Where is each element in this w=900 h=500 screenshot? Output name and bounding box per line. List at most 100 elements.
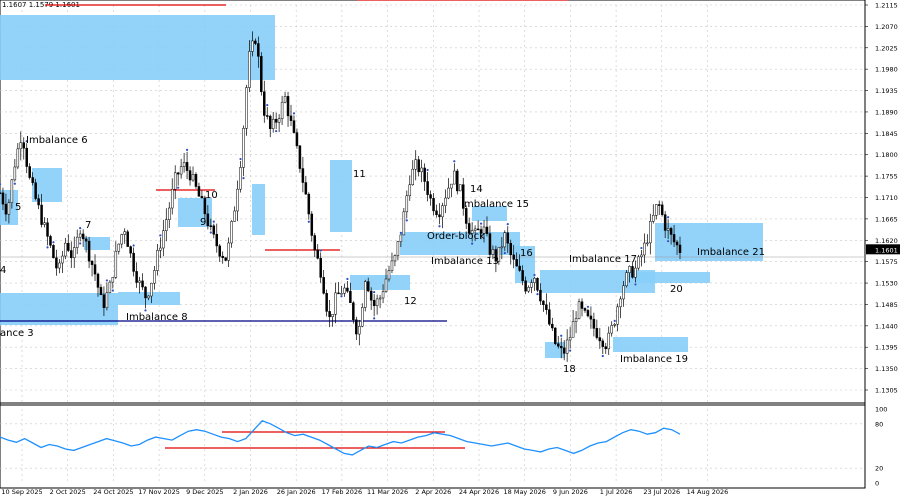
candle-body (503, 232, 507, 248)
date-tick-label: 9 Dec 2025 (186, 488, 223, 496)
candle-body (289, 115, 293, 121)
fractal-dot (0, 182, 2, 186)
candle-body (527, 287, 530, 292)
candle-body (22, 142, 26, 149)
candle-body (55, 257, 58, 269)
candle-body (271, 118, 275, 129)
fractal-dot (13, 182, 16, 185)
imbalance-zone (613, 337, 688, 352)
fractal-dot (503, 251, 506, 255)
candle-body (574, 318, 578, 322)
candle-body (334, 292, 337, 315)
candle-body (643, 242, 646, 256)
date-tick-label: 2 Oct 2025 (50, 488, 86, 496)
candle-body (81, 233, 85, 240)
candle-body (551, 323, 554, 329)
candle-body (304, 182, 308, 195)
date-tick-label: 2 Jan 2026 (233, 488, 268, 496)
candle-body (402, 211, 406, 236)
candle-body (340, 293, 343, 295)
candle-body (358, 325, 361, 335)
candle-body (316, 249, 319, 259)
candle-body (355, 319, 358, 335)
candle-body (197, 186, 201, 197)
candle-body (105, 292, 109, 308)
candle-body (286, 96, 290, 117)
candle-body (420, 167, 423, 173)
fractal-dot (159, 234, 162, 237)
candle-body (649, 221, 652, 244)
date-tick-label: 23 Jul 2026 (643, 488, 680, 496)
candle-body (557, 343, 560, 347)
candle-body (464, 208, 468, 224)
candle-body (215, 233, 219, 247)
candle-body (75, 236, 79, 248)
fractal-dot (399, 231, 402, 235)
date-tick-label: 18 May 2026 (504, 488, 546, 496)
annotation-label: Imbalance 21 (697, 247, 765, 258)
annotation-label: Imbalance 13 (431, 256, 499, 267)
candle-body (672, 234, 676, 243)
fractal-dot (242, 177, 245, 180)
price-tick-label: 1.1800 (875, 151, 898, 159)
fractal-dot (453, 160, 456, 163)
candle-body (176, 172, 180, 175)
price-chart[interactable]: 1.2115 1.2070 1.2025 1.1980 1.1935 1.1890 1.18… (0, 0, 900, 500)
candle-body (111, 277, 115, 283)
candle-body (144, 286, 147, 299)
candle-body (61, 255, 64, 264)
date-tick-label: 1 Jul 2026 (600, 488, 633, 496)
fractal-dot (569, 349, 572, 352)
candle-body (123, 231, 126, 235)
fractal-dot (132, 244, 135, 247)
candle-body (512, 254, 515, 260)
candle-body (393, 255, 397, 262)
annotation-label: 16 (520, 248, 533, 259)
candle-body (310, 213, 314, 236)
candle-body (583, 308, 587, 311)
candle-body (126, 231, 129, 247)
candle-body (194, 174, 198, 187)
candle-body (236, 188, 239, 212)
candle-body (562, 347, 566, 354)
candle-body (328, 311, 331, 318)
candle-body (411, 168, 415, 186)
candle-body (4, 203, 8, 215)
candle-body (652, 215, 655, 222)
candle-body (260, 56, 263, 92)
candle-body (313, 235, 317, 251)
candle-body (542, 300, 545, 305)
candle-body (565, 339, 569, 354)
candle-body (102, 294, 106, 308)
candle-body (545, 304, 548, 310)
candle-body (277, 118, 281, 123)
candle-body (417, 159, 420, 173)
candle-body (7, 202, 11, 215)
candle-body (274, 118, 278, 123)
candle-body (539, 289, 542, 302)
fractal-dot (79, 227, 82, 230)
candle-body (637, 256, 640, 269)
candle-body (372, 299, 376, 307)
candle-body (13, 166, 17, 181)
candle-body (117, 243, 121, 252)
price-tick-label: 1.1710 (875, 194, 898, 202)
osc-tick-label: 20 (875, 465, 883, 473)
fractal-dot (560, 334, 563, 337)
date-tick-label: 24 Apr 2026 (459, 488, 499, 496)
candle-body (506, 232, 510, 244)
fractal-dot (667, 240, 670, 243)
candle-body (248, 51, 251, 88)
fractal-dot (667, 216, 670, 219)
candle-body (227, 242, 230, 261)
annotation-label: Imbalance 19 (620, 354, 688, 365)
candle-body (168, 207, 171, 220)
candle-body (10, 179, 14, 203)
candle-body (84, 238, 88, 242)
candle-body (343, 287, 346, 294)
candle-body (619, 298, 622, 308)
candle-body (646, 242, 649, 245)
imbalance-zone (0, 293, 118, 325)
candle-body (132, 252, 135, 272)
date-tick-label: 26 Jan 2026 (277, 488, 316, 496)
